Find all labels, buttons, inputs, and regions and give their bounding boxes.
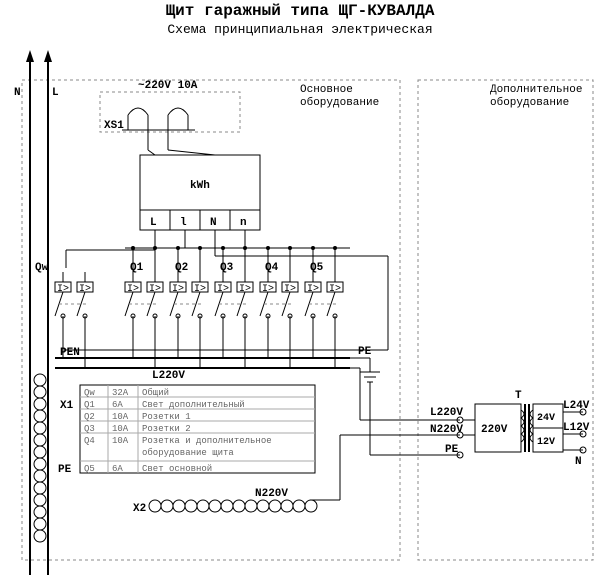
meter-kwh: kWh L l N n [140, 150, 260, 250]
socket-xs1: ~220V 10A XS1 [100, 80, 240, 150]
svg-text:220V: 220V [481, 424, 508, 436]
svg-text:Свет дополнительный: Свет дополнительный [142, 400, 245, 410]
mains-n-label: N [14, 87, 21, 99]
mains-l-label: L [52, 87, 59, 99]
svg-text:Q1: Q1 [84, 400, 95, 410]
svg-text:L220V: L220V [430, 407, 463, 419]
svg-text:Q4: Q4 [84, 436, 95, 446]
svg-text:Q5: Q5 [84, 464, 95, 474]
panel-main-label-1: Основное [300, 84, 353, 96]
meter-term-L: L [150, 217, 157, 229]
q3-label: Q3 [220, 262, 234, 274]
panel-main [22, 80, 400, 560]
q4-label: Q4 [265, 262, 279, 274]
svg-text:Свет основной: Свет основной [142, 464, 212, 474]
svg-text:L24V: L24V [563, 400, 590, 412]
breaker-row: Qw Q1 Q2 Q3 Q4 Q5 [35, 262, 324, 274]
socket-ref: XS1 [104, 120, 124, 132]
breaker-table: Qw 32A Общий Q1 6A Свет дополнительный Q2 10A… [80, 385, 315, 474]
svg-text:X1: X1 [60, 400, 74, 412]
panel-aux-label-2: оборудование [490, 96, 569, 109]
svg-text:оборудование щита: оборудование щита [142, 448, 234, 458]
svg-text:Розетки 1: Розетки 1 [142, 412, 191, 422]
svg-text:10A: 10A [112, 412, 129, 422]
svg-text:N220V: N220V [430, 424, 463, 436]
svg-text:N: N [575, 456, 582, 468]
svg-text:Розетка и дополнительное: Розетка и дополнительное [142, 436, 272, 446]
svg-text:T: T [515, 390, 522, 402]
meter-term-n: n [240, 217, 247, 229]
svg-text:10A: 10A [112, 424, 129, 434]
svg-text:Общий: Общий [142, 388, 169, 398]
meter-kwh-label: kWh [190, 180, 210, 192]
q1-label: Q1 [130, 262, 144, 274]
svg-text:PE: PE [445, 444, 459, 456]
svg-text:Q3: Q3 [84, 424, 95, 434]
svg-text:N220V: N220V [255, 488, 288, 500]
terminal-x1: X1 PE [34, 374, 74, 542]
qw-label: Qw [35, 262, 49, 274]
mains-inlet: N L [14, 50, 59, 575]
panel-aux [418, 80, 593, 560]
svg-text:24V: 24V [537, 413, 555, 424]
meter-term-l: l [180, 217, 187, 229]
svg-text:X2: X2 [133, 503, 146, 515]
schematic-svg: Основное оборудование Дополнительное обо… [0, 0, 600, 575]
bus-risers [133, 248, 335, 272]
q2-label: Q2 [175, 262, 188, 274]
bus-l220v-label: L220V [152, 370, 185, 382]
panel-main-label-2: оборудование [300, 96, 379, 109]
svg-text:6A: 6A [112, 464, 123, 474]
terminal-x2: X2 N220V [133, 488, 317, 515]
svg-text:Qw: Qw [84, 388, 95, 398]
to-transformer-wiring: L220V N220V PE [310, 368, 463, 500]
pe-ground: PE [350, 346, 380, 382]
svg-text:32A: 32A [112, 388, 129, 398]
breakers-q1-q5: I>I> I>I> I>I> I>I> I>I> [125, 272, 343, 330]
pe-label: PE [358, 346, 372, 358]
svg-text:6A: 6A [112, 400, 123, 410]
svg-text:12V: 12V [537, 437, 555, 448]
svg-text:PE: PE [58, 464, 72, 476]
q5-label: Q5 [310, 262, 324, 274]
panel-aux-label-1: Дополнительное [490, 84, 582, 96]
meter-term-N: N [210, 217, 217, 229]
socket-rating: ~220V 10A [138, 80, 198, 92]
svg-text:Розетки 2: Розетки 2 [142, 424, 191, 434]
breaker-qw: I> I> [55, 272, 93, 330]
transformer: T 220V 24V 12V L24V L12V N [463, 390, 590, 468]
svg-text:10A: 10A [112, 436, 129, 446]
buses: PEN L220V [55, 330, 350, 382]
svg-text:L12V: L12V [563, 422, 590, 434]
svg-text:Q2: Q2 [84, 412, 95, 422]
